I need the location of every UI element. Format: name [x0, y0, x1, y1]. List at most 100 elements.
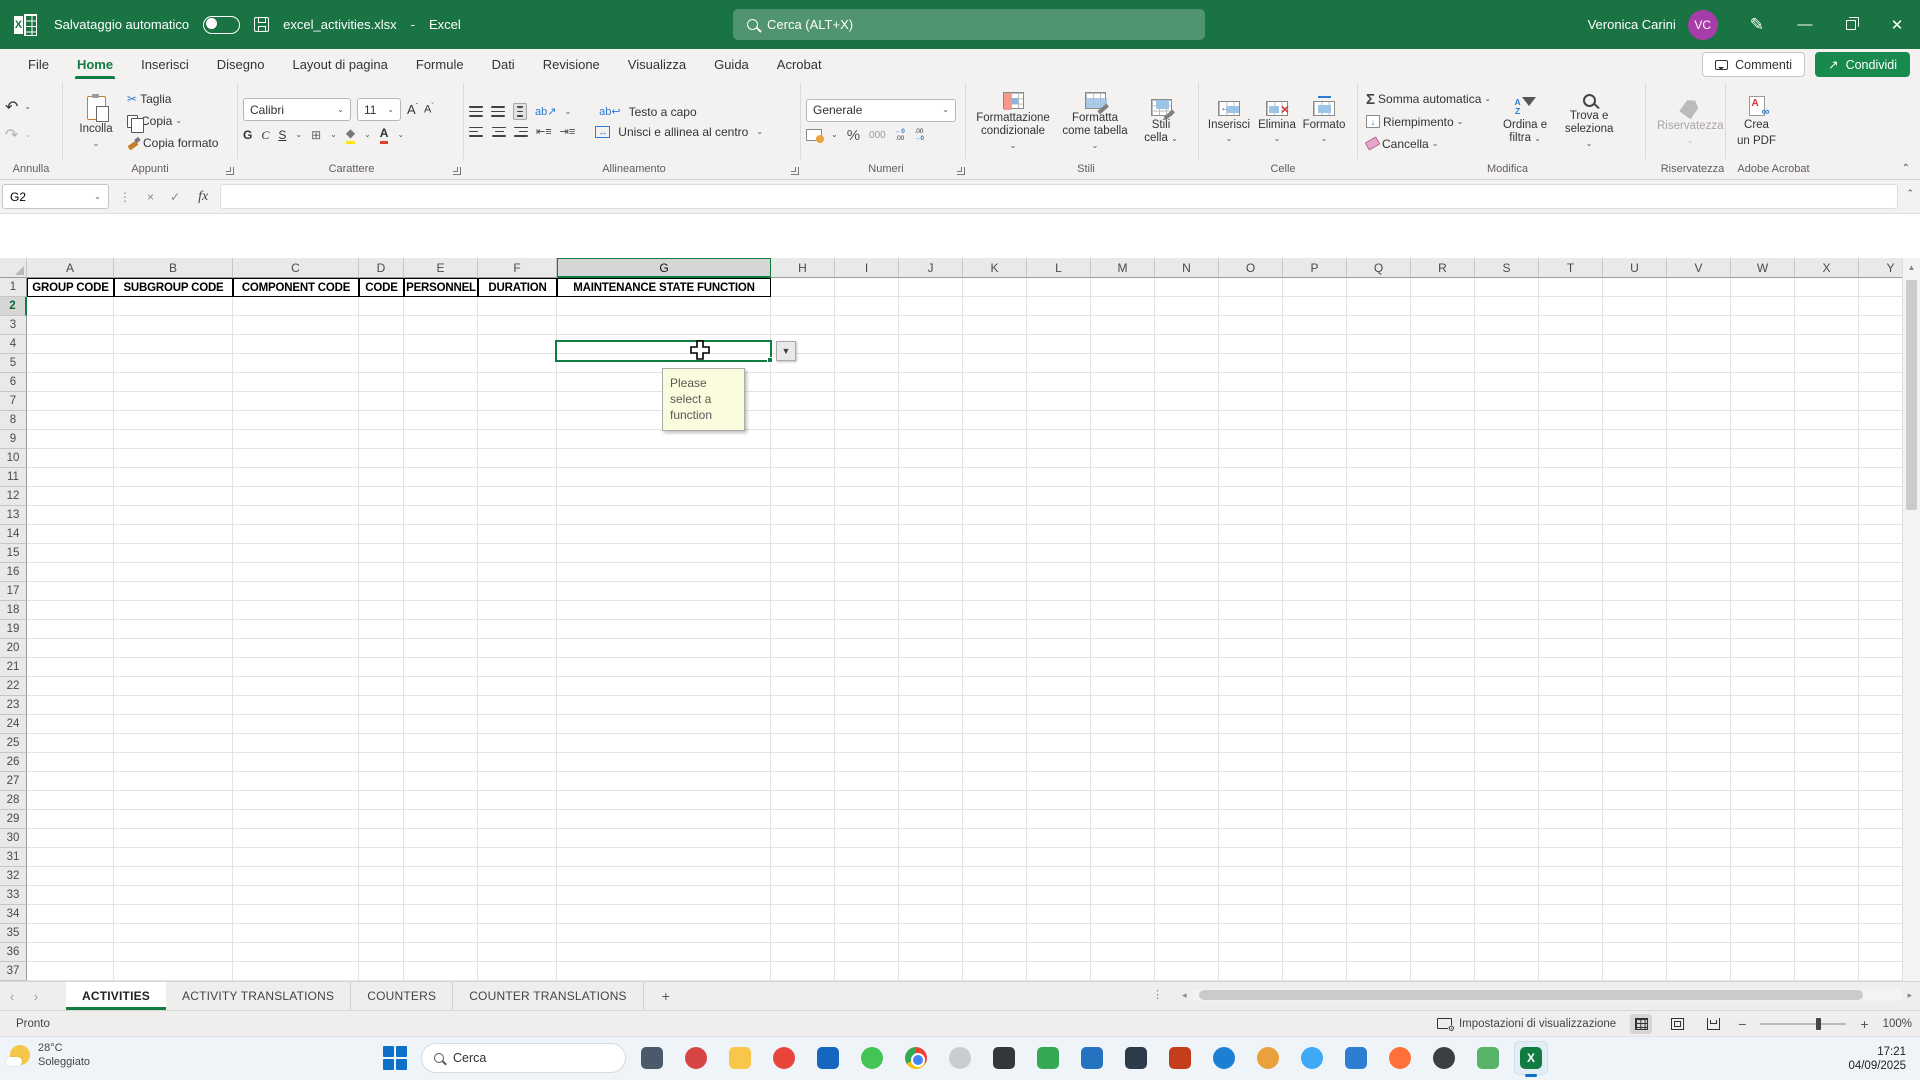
cell-A32[interactable]: [27, 867, 114, 886]
cell-C35[interactable]: [233, 924, 359, 943]
cell-T16[interactable]: [1539, 563, 1603, 582]
cell-S3[interactable]: [1475, 316, 1539, 335]
cell-I21[interactable]: [835, 658, 899, 677]
cell-Y9[interactable]: [1859, 430, 1902, 449]
formula-input[interactable]: [220, 184, 1898, 209]
cell-F10[interactable]: [478, 449, 557, 468]
cell-O16[interactable]: [1219, 563, 1283, 582]
cell-E30[interactable]: [404, 829, 478, 848]
scroll-up-icon[interactable]: ▲: [1903, 258, 1920, 276]
cell-C3[interactable]: [233, 316, 359, 335]
cell-Y37[interactable]: [1859, 962, 1902, 981]
cell-D1[interactable]: CODE: [359, 278, 404, 297]
cell-P10[interactable]: [1283, 449, 1347, 468]
row-header-29[interactable]: 29: [0, 810, 27, 829]
font-family-combo[interactable]: Calibri⌄: [243, 98, 351, 121]
cell-H11[interactable]: [771, 468, 835, 487]
cell-O6[interactable]: [1219, 373, 1283, 392]
cell-O17[interactable]: [1219, 582, 1283, 601]
cell-Y24[interactable]: [1859, 715, 1902, 734]
row-header-4[interactable]: 4: [0, 335, 27, 354]
row-header-25[interactable]: 25: [0, 734, 27, 753]
cell-K35[interactable]: [963, 924, 1027, 943]
cell-L1[interactable]: [1027, 278, 1091, 297]
cell-R16[interactable]: [1411, 563, 1475, 582]
cell-S5[interactable]: [1475, 354, 1539, 373]
cell-H29[interactable]: [771, 810, 835, 829]
cell-V6[interactable]: [1667, 373, 1731, 392]
cell-G12[interactable]: [557, 487, 771, 506]
row-header-17[interactable]: 17: [0, 582, 27, 601]
cell-C34[interactable]: [233, 905, 359, 924]
cell-K34[interactable]: [963, 905, 1027, 924]
cell-B10[interactable]: [114, 449, 233, 468]
folder-icon[interactable]: [723, 1041, 757, 1075]
cell-K11[interactable]: [963, 468, 1027, 487]
cell-Y18[interactable]: [1859, 601, 1902, 620]
cell-L33[interactable]: [1027, 886, 1091, 905]
cell-E2[interactable]: [404, 297, 478, 316]
cell-U30[interactable]: [1603, 829, 1667, 848]
cell-U6[interactable]: [1603, 373, 1667, 392]
paste-button[interactable]: Incolla⌄: [68, 92, 124, 149]
cell-E7[interactable]: [404, 392, 478, 411]
cell-D12[interactable]: [359, 487, 404, 506]
cell-Y10[interactable]: [1859, 449, 1902, 468]
cell-D35[interactable]: [359, 924, 404, 943]
cell-T17[interactable]: [1539, 582, 1603, 601]
cell-M36[interactable]: [1091, 943, 1155, 962]
cell-M8[interactable]: [1091, 411, 1155, 430]
cell-N21[interactable]: [1155, 658, 1219, 677]
cell-W24[interactable]: [1731, 715, 1795, 734]
cell-W34[interactable]: [1731, 905, 1795, 924]
cell-M34[interactable]: [1091, 905, 1155, 924]
cell-C9[interactable]: [233, 430, 359, 449]
cell-C32[interactable]: [233, 867, 359, 886]
cell-T23[interactable]: [1539, 696, 1603, 715]
monitor-app-icon[interactable]: [635, 1041, 669, 1075]
cell-Q28[interactable]: [1347, 791, 1411, 810]
cell-P9[interactable]: [1283, 430, 1347, 449]
row-header-9[interactable]: 9: [0, 430, 27, 449]
column-header-O[interactable]: O: [1219, 258, 1283, 278]
cell-N18[interactable]: [1155, 601, 1219, 620]
cell-styles-button[interactable]: Stili cella ⌄: [1135, 95, 1187, 147]
comma-style-icon[interactable]: 000: [869, 130, 886, 141]
cell-M30[interactable]: [1091, 829, 1155, 848]
cell-G9[interactable]: [557, 430, 771, 449]
cell-V5[interactable]: [1667, 354, 1731, 373]
clear-button[interactable]: Cancella⌄: [1363, 135, 1441, 153]
cell-S20[interactable]: [1475, 639, 1539, 658]
cell-J36[interactable]: [899, 943, 963, 962]
cell-H36[interactable]: [771, 943, 835, 962]
cell-R14[interactable]: [1411, 525, 1475, 544]
cell-E12[interactable]: [404, 487, 478, 506]
cell-H12[interactable]: [771, 487, 835, 506]
cell-U29[interactable]: [1603, 810, 1667, 829]
align-left-icon[interactable]: [469, 127, 484, 137]
cell-B18[interactable]: [114, 601, 233, 620]
cell-A26[interactable]: [27, 753, 114, 772]
cell-X36[interactable]: [1795, 943, 1859, 962]
cell-D20[interactable]: [359, 639, 404, 658]
cell-C15[interactable]: [233, 544, 359, 563]
row-header-5[interactable]: 5: [0, 354, 27, 373]
cell-C22[interactable]: [233, 677, 359, 696]
cell-X4[interactable]: [1795, 335, 1859, 354]
cell-S2[interactable]: [1475, 297, 1539, 316]
ribbon-tab-inserisci[interactable]: Inserisci: [127, 49, 203, 79]
cell-P37[interactable]: [1283, 962, 1347, 981]
row-header-31[interactable]: 31: [0, 848, 27, 867]
cell-F31[interactable]: [478, 848, 557, 867]
cell-S27[interactable]: [1475, 772, 1539, 791]
cell-B29[interactable]: [114, 810, 233, 829]
cell-O24[interactable]: [1219, 715, 1283, 734]
cell-L30[interactable]: [1027, 829, 1091, 848]
cell-P29[interactable]: [1283, 810, 1347, 829]
cell-O37[interactable]: [1219, 962, 1283, 981]
cell-H18[interactable]: [771, 601, 835, 620]
cell-L7[interactable]: [1027, 392, 1091, 411]
cell-H28[interactable]: [771, 791, 835, 810]
cell-W20[interactable]: [1731, 639, 1795, 658]
cell-I12[interactable]: [835, 487, 899, 506]
